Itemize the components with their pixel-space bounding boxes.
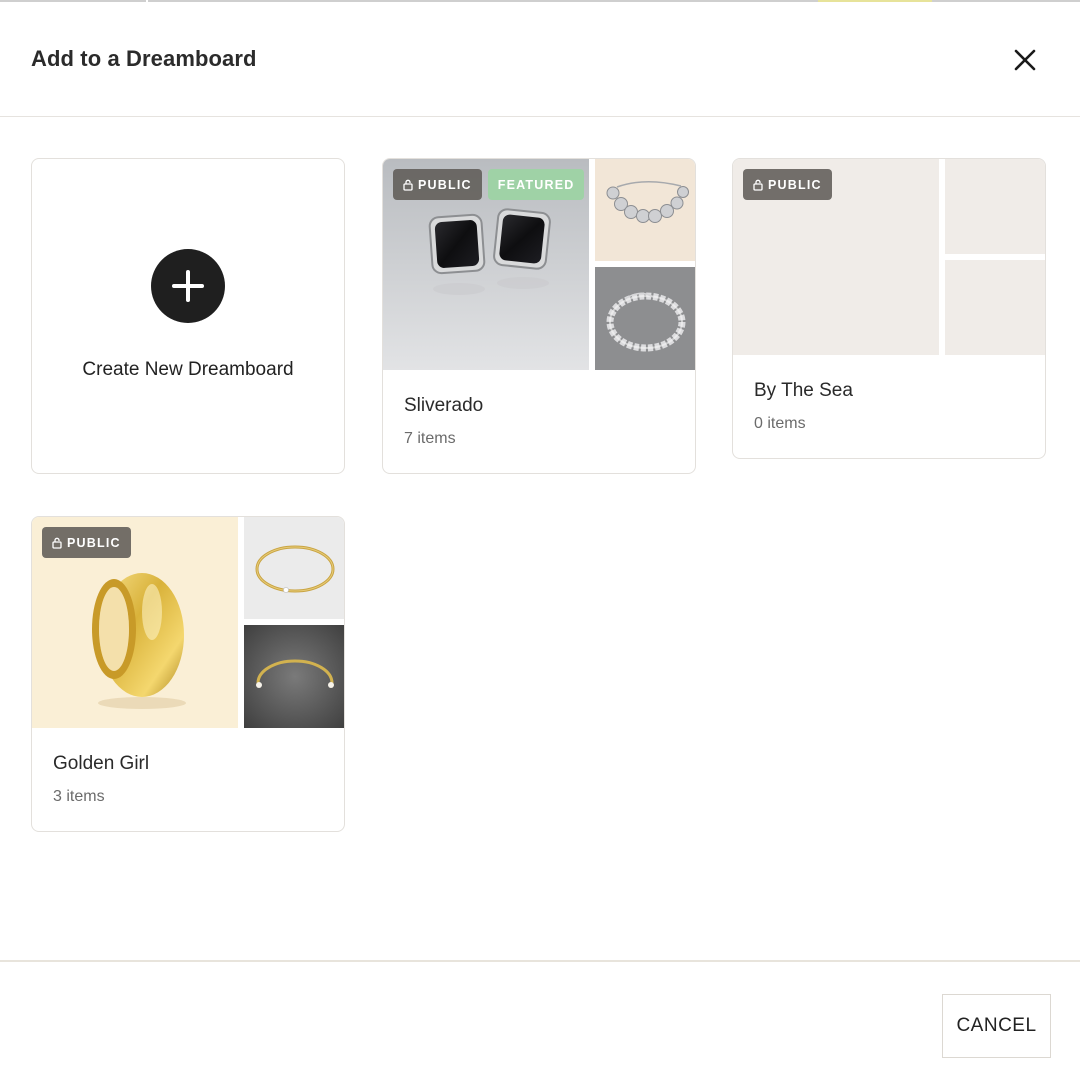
plus-icon: [151, 249, 225, 323]
cancel-button[interactable]: CANCEL: [942, 994, 1051, 1058]
public-badge: PUBLIC: [743, 169, 832, 200]
board-item-count: 7 items: [404, 430, 456, 447]
public-badge: PUBLIC: [42, 527, 131, 558]
gold-bangle-thumbnail: [244, 517, 344, 619]
empty-thumbnail: [945, 260, 1045, 355]
dreamboard-card-sliverado[interactable]: PUBLIC FEATURED Sliverado 7 items: [382, 158, 696, 474]
dialog-title: Add to a Dreamboard: [31, 46, 257, 71]
board-name: Sliverado: [404, 395, 484, 416]
gold-cuff-thumbnail: [244, 625, 344, 728]
board-name: By The Sea: [754, 380, 853, 401]
bracelet-thumbnail: [595, 159, 695, 261]
dialog-footer: CANCEL: [0, 960, 1080, 1084]
board-badges: PUBLIC: [743, 169, 832, 200]
dialog-header: Add to a Dreamboard: [0, 2, 1080, 117]
create-new-dreamboard-card[interactable]: Create New Dreamboard: [31, 158, 345, 474]
featured-badge: FEATURED: [487, 169, 585, 200]
public-badge: PUBLIC: [393, 169, 482, 200]
lock-icon: [403, 179, 413, 191]
board-thumbnails: PUBLIC: [733, 159, 1045, 355]
board-item-count: 0 items: [754, 415, 806, 432]
close-icon: [1014, 49, 1036, 71]
create-new-dreamboard-label: Create New Dreamboard: [82, 359, 294, 380]
board-badges: PUBLIC FEATURED: [393, 169, 585, 200]
board-name: Golden Girl: [53, 753, 150, 774]
board-thumbnails: PUBLIC: [32, 517, 344, 728]
bracelet-thumbnail-2: [595, 267, 695, 370]
lock-icon: [753, 179, 763, 191]
close-button[interactable]: [1006, 41, 1044, 79]
board-item-count: 3 items: [53, 788, 105, 805]
board-badges: PUBLIC: [42, 527, 131, 558]
dreamboard-card-golden-girl[interactable]: PUBLIC Golden Girl 3 items: [31, 516, 345, 832]
dreamboard-card-by-the-sea[interactable]: PUBLIC By The Sea 0 items: [732, 158, 1046, 459]
add-to-dreamboard-dialog: Add to a Dreamboard Create New Dreamboar…: [0, 0, 1080, 1084]
lock-icon: [52, 537, 62, 549]
board-thumbnails: PUBLIC FEATURED: [383, 159, 695, 370]
empty-thumbnail: [945, 159, 1045, 254]
